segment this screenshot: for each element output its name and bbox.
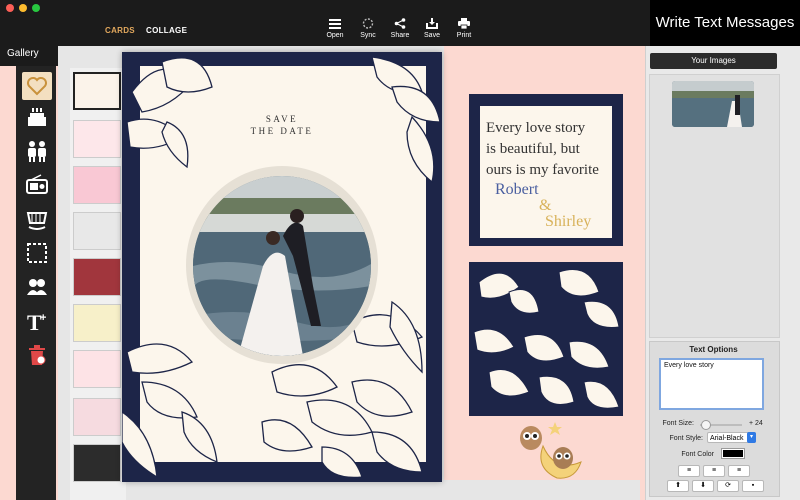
font-style-select[interactable]: Arial-Black ▾ [707, 432, 756, 443]
message-line-2[interactable]: is beautiful, but [486, 139, 580, 159]
sync-label: Sync [360, 32, 376, 39]
move-up-button[interactable]: ⬆ [667, 480, 689, 492]
align-right-icon: ≡ [736, 467, 742, 474]
couple-photo[interactable] [193, 176, 371, 356]
arrow-up-icon: ⬆ [675, 482, 681, 489]
promo-banner: Write Text Messages [650, 0, 800, 46]
minimize-window-button[interactable] [19, 4, 27, 12]
open-label: Open [326, 32, 344, 39]
move-down-button[interactable]: ⬇ [692, 480, 714, 492]
save-button[interactable]: Save [414, 18, 450, 39]
share-icon [394, 18, 406, 29]
category-radio[interactable] [26, 174, 48, 196]
delete-text-button[interactable]: ▪ [742, 480, 764, 492]
category-heart[interactable] [22, 72, 52, 100]
message-name-2[interactable]: Shirley [545, 212, 591, 232]
save-tray-icon [426, 18, 438, 29]
template-thumbnails [70, 68, 126, 500]
frame-icon [27, 243, 47, 263]
template-thumb[interactable] [73, 72, 121, 110]
message-line-3[interactable]: ours is my favorite [486, 160, 599, 180]
gallery-title: Gallery [0, 46, 58, 66]
font-color-swatch [723, 450, 743, 457]
save-label: Save [424, 32, 440, 39]
print-label: Print [456, 32, 472, 39]
font-style-value: Arial-Black [710, 435, 744, 442]
category-friends[interactable] [26, 276, 48, 298]
lily-pattern-image [473, 269, 620, 409]
trash-small-icon: ▪ [751, 482, 755, 489]
print-button[interactable]: Print [446, 18, 482, 39]
your-images-button[interactable]: Your Images [650, 53, 777, 69]
sync-spinner-icon [362, 18, 374, 29]
template-thumb[interactable] [73, 350, 121, 388]
couple-photo-image [193, 176, 371, 356]
chevron-down-icon: ▾ [747, 432, 756, 443]
template-thumb[interactable] [73, 444, 121, 482]
template-thumb[interactable] [73, 212, 121, 250]
zoom-window-button[interactable] [32, 4, 40, 12]
template-thumb[interactable] [73, 120, 121, 158]
category-cake[interactable] [26, 106, 48, 128]
rotate-button[interactable]: ⟳ [717, 480, 739, 492]
font-size-slider-knob[interactable] [701, 420, 712, 430]
category-cradle[interactable] [26, 208, 48, 230]
menu-lines-icon [329, 19, 341, 29]
category-add-text[interactable]: T + [26, 310, 48, 335]
align-right-button[interactable]: ≡ [728, 465, 750, 477]
align-center-icon: ≡ [711, 467, 717, 474]
save-the-date-line2: THE DATE [250, 126, 314, 136]
font-style-label: Font Style: [669, 435, 703, 442]
template-thumb[interactable] [73, 304, 121, 342]
radio-icon [26, 174, 48, 194]
category-trash[interactable] [26, 344, 48, 366]
user-image-preview [672, 81, 754, 127]
align-left-icon: ≡ [686, 467, 692, 474]
family-icon [28, 141, 46, 162]
close-window-button[interactable] [6, 4, 14, 12]
template-thumb[interactable] [73, 398, 121, 436]
save-the-date-line1: SAVE [265, 114, 299, 124]
template-thumb[interactable] [73, 258, 121, 296]
friends-icon [27, 279, 47, 295]
cake-icon [28, 108, 46, 126]
add-text-icon: T+ [27, 310, 46, 335]
text-input[interactable]: Every love story [659, 358, 764, 410]
open-button[interactable]: Open [317, 18, 353, 39]
printer-icon [458, 18, 470, 29]
rotate-icon: ⟳ [725, 482, 731, 489]
heart-icon [27, 77, 47, 96]
category-frame[interactable] [26, 242, 48, 264]
font-size-value: + 24 [749, 420, 763, 427]
category-family[interactable] [26, 140, 48, 162]
tab-collage[interactable]: COLLAGE [146, 26, 187, 35]
cradle-icon [26, 212, 48, 230]
owl-sticker[interactable] [515, 418, 585, 482]
template-thumb[interactable] [73, 166, 121, 204]
font-color-well[interactable] [721, 448, 745, 459]
svg-text:+: + [40, 312, 46, 324]
text-options-title: Text Options [689, 345, 738, 354]
tab-cards[interactable]: CARDS [105, 26, 135, 35]
sync-button[interactable]: Sync [350, 18, 386, 39]
floral-pattern-card[interactable] [469, 262, 623, 416]
share-label: Share [390, 32, 410, 39]
message-line-1[interactable]: Every love story [486, 118, 585, 138]
category-sidebar: T + [16, 66, 56, 500]
align-left-button[interactable]: ≡ [678, 465, 700, 477]
trash-icon [29, 345, 46, 365]
user-image-thumb[interactable] [672, 81, 754, 127]
share-button[interactable]: Share [382, 18, 418, 39]
arrow-down-icon: ⬇ [700, 482, 706, 489]
font-size-label: Font Size: [662, 420, 694, 427]
align-center-button[interactable]: ≡ [703, 465, 725, 477]
font-color-label: Font Color [681, 451, 714, 458]
message-name-1[interactable]: Robert [495, 180, 539, 200]
